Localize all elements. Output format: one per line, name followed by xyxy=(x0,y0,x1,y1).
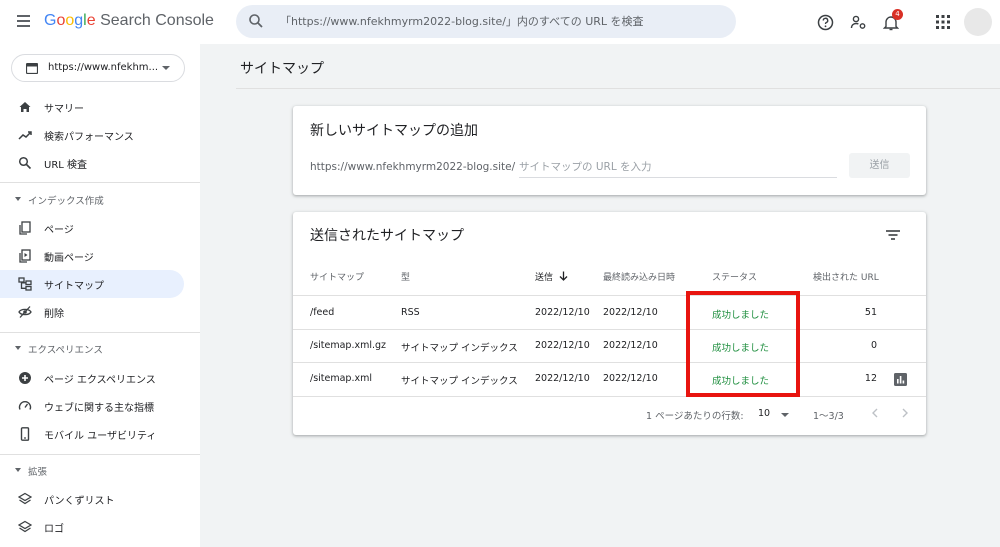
account-avatar[interactable] xyxy=(964,8,992,36)
sidebar-divider xyxy=(0,182,200,183)
product-name: Search Console xyxy=(100,12,214,29)
section-enhancements[interactable]: 拡張 xyxy=(0,460,184,482)
chevron-down-icon xyxy=(781,413,789,417)
removals-icon xyxy=(18,306,32,318)
sidebar-divider xyxy=(0,454,200,455)
column-header-discovered-urls[interactable]: 検出された URL xyxy=(813,270,879,283)
column-header-submitted[interactable]: 送信 xyxy=(535,270,568,283)
top-app-bar: Google Search Console 4 xyxy=(0,0,1000,44)
table-row[interactable]: /feed RSS 2022/12/10 2022/12/10 成功しました 5… xyxy=(293,296,926,329)
video-pages-icon xyxy=(19,249,31,263)
add-sitemap-title: 新しいサイトマップの追加 xyxy=(310,123,478,139)
sidebar-item-pages[interactable]: ページ xyxy=(0,214,184,242)
notification-badge: 4 xyxy=(892,9,903,20)
apps-icon[interactable] xyxy=(933,12,953,32)
account-settings-icon[interactable] xyxy=(848,12,868,32)
mobile-icon xyxy=(20,427,30,441)
table-divider xyxy=(293,396,926,397)
filter-icon[interactable] xyxy=(885,228,901,242)
menu-icon[interactable] xyxy=(14,12,34,32)
sidebar-item-page-experience[interactable]: ページ エクスペリエンス xyxy=(0,364,184,392)
column-header-sitemap[interactable]: サイトマップ xyxy=(310,270,364,283)
status-highlight-annotation xyxy=(686,291,800,397)
cell-discovered: 0 xyxy=(870,340,877,351)
sidebar-item-performance[interactable]: 検索パフォーマンス xyxy=(0,121,184,149)
cell-sitemap: /sitemap.xml.gz xyxy=(310,340,387,351)
collapse-icon xyxy=(15,197,21,201)
table-row[interactable]: /sitemap.xml.gz サイトマップ インデックス 2022/12/10… xyxy=(293,330,926,363)
sitemap-url-input[interactable] xyxy=(519,156,837,178)
url-inspection-search-bar[interactable] xyxy=(236,5,736,38)
cell-sitemap: /feed xyxy=(310,307,335,318)
site-url-prefix: https://www.nfekhmyrm2022-blog.site/ xyxy=(310,161,516,173)
rows-per-page-select[interactable]: 10 xyxy=(756,404,790,422)
sitemap-icon xyxy=(18,277,32,291)
page-experience-icon xyxy=(19,372,31,384)
submitted-sitemaps-card: 送信されたサイトマップ サイトマップ 型 送信 最終読み込み日時 ステータス 検… xyxy=(293,212,926,435)
website-icon xyxy=(26,63,38,74)
sidebar-item-url-inspection[interactable]: URL 検査 xyxy=(0,149,184,177)
section-indexing[interactable]: インデックス作成 xyxy=(0,189,184,211)
page-title-divider xyxy=(236,88,1000,89)
cell-discovered: 12 xyxy=(864,373,877,384)
sidebar-item-logo[interactable]: ロゴ xyxy=(0,513,184,541)
layers-icon xyxy=(18,520,32,533)
layers-icon xyxy=(18,492,32,505)
search-console-logo[interactable]: Google Search Console xyxy=(44,12,214,30)
property-selector[interactable]: https://www.nfekhm... xyxy=(11,54,185,82)
url-inspection-input[interactable] xyxy=(280,5,720,38)
sidebar-divider xyxy=(0,332,200,333)
column-header-last-read[interactable]: 最終読み込み日時 xyxy=(603,270,675,283)
search-icon[interactable] xyxy=(248,13,264,29)
sidebar-item-breadcrumbs[interactable]: パンくずリスト xyxy=(0,485,184,513)
core-web-vitals-icon xyxy=(18,401,32,410)
cell-last-read: 2022/12/10 xyxy=(603,373,658,384)
notifications-icon[interactable]: 4 xyxy=(881,9,903,32)
previous-page-icon[interactable] xyxy=(869,407,881,419)
sidebar-item-sitemaps[interactable]: サイトマップ xyxy=(0,270,184,298)
cell-submitted: 2022/12/10 xyxy=(535,373,590,384)
cell-discovered: 51 xyxy=(864,307,877,318)
sidebar-item-removals[interactable]: 削除 xyxy=(0,298,184,326)
page-title: サイトマップ xyxy=(240,61,324,77)
help-icon[interactable] xyxy=(815,12,835,32)
cell-last-read: 2022/12/10 xyxy=(603,340,658,351)
search-icon xyxy=(18,156,32,170)
submit-button[interactable]: 送信 xyxy=(849,153,910,178)
column-header-status[interactable]: ステータス xyxy=(712,270,757,283)
table-row[interactable]: /sitemap.xml サイトマップ インデックス 2022/12/10 20… xyxy=(293,363,926,396)
bar-chart-icon[interactable] xyxy=(894,373,907,386)
pages-icon xyxy=(19,221,31,235)
section-experience[interactable]: エクスペリエンス xyxy=(0,338,184,360)
home-icon xyxy=(19,102,31,112)
column-header-type[interactable]: 型 xyxy=(401,270,410,283)
cell-submitted: 2022/12/10 xyxy=(535,340,590,351)
sidebar-item-video-pages[interactable]: 動画ページ xyxy=(0,242,184,270)
cell-last-read: 2022/12/10 xyxy=(603,307,658,318)
add-sitemap-card: 新しいサイトマップの追加 https://www.nfekhmyrm2022-b… xyxy=(293,106,926,195)
sidebar-item-mobile-usability[interactable]: モバイル ユーザビリティ xyxy=(0,420,184,448)
cell-sitemap: /sitemap.xml xyxy=(310,373,373,384)
sidebar-item-summary[interactable]: サマリー xyxy=(0,93,184,121)
trending-icon xyxy=(18,131,32,140)
next-page-icon[interactable] xyxy=(899,407,911,419)
property-label: https://www.nfekhm... xyxy=(48,62,159,73)
cell-type: サイトマップ インデックス xyxy=(401,343,518,354)
pagination-range: 1〜3/3 xyxy=(813,411,844,422)
sidebar: https://www.nfekhm... サマリー 検索パフォーマンス URL… xyxy=(0,44,200,547)
chevron-down-icon xyxy=(162,66,170,70)
collapse-icon xyxy=(15,346,21,350)
rows-per-page-label: 1 ページあたりの行数: xyxy=(646,411,744,422)
sidebar-item-core-web-vitals[interactable]: ウェブに関する主な指標 xyxy=(0,392,184,420)
cell-submitted: 2022/12/10 xyxy=(535,307,590,318)
cell-type: RSS xyxy=(401,307,420,318)
cell-type: サイトマップ インデックス xyxy=(401,376,518,387)
collapse-icon xyxy=(15,468,21,472)
sort-arrow-down-icon xyxy=(559,271,568,281)
submitted-sitemaps-title: 送信されたサイトマップ xyxy=(310,228,464,244)
